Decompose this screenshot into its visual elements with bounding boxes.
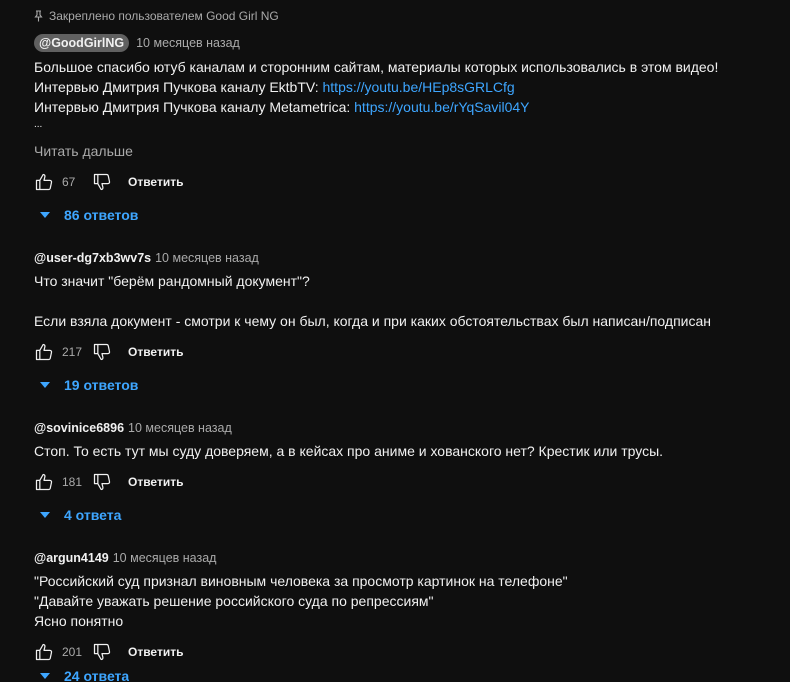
like-count: 217 [62, 345, 83, 359]
like-button[interactable] [32, 170, 56, 194]
comment-author[interactable]: @argun4149 [34, 551, 109, 565]
read-more-button[interactable]: Читать дальше [34, 143, 133, 159]
thumb-down-icon [93, 643, 111, 661]
comment-author[interactable]: @user-dg7xb3wv7s [34, 251, 151, 265]
comment-time[interactable]: 10 месяцев назад [128, 421, 232, 435]
reply-button[interactable]: Ответить [128, 475, 183, 489]
thumb-up-icon [35, 473, 53, 491]
thumb-down-icon [93, 473, 111, 491]
dislike-button[interactable] [90, 340, 114, 364]
comment-text-line: Интервью Дмитрия Пучкова каналу Metametr… [34, 99, 530, 115]
like-count: 181 [62, 475, 83, 489]
chevron-down-icon [40, 673, 50, 679]
replies-toggle[interactable]: 4 ответа [40, 507, 121, 523]
replies-count: 19 ответов [64, 377, 139, 393]
replies-toggle[interactable]: 19 ответов [40, 377, 138, 393]
comment-author[interactable]: @sovinice6896 [34, 421, 124, 435]
pin-icon [34, 10, 43, 22]
dislike-button[interactable] [90, 170, 114, 194]
replies-count: 4 ответа [64, 507, 122, 523]
comment-time[interactable]: 10 месяцев назад [136, 36, 240, 50]
reply-button[interactable]: Ответить [128, 345, 183, 359]
chevron-down-icon [40, 212, 50, 218]
comment-header: @sovinice6896 10 месяцев назад [34, 421, 232, 435]
comment-text-line: Ясно понятно [34, 613, 124, 629]
pinned-label: Закреплено пользователем Good Girl NG [34, 9, 279, 23]
like-button[interactable] [32, 470, 56, 494]
thumb-down-icon [93, 343, 111, 361]
replies-count: 86 ответов [64, 207, 139, 223]
comment-text-line: "Российский суд признал виновным человек… [34, 573, 568, 589]
comment-text-line: Что значит "берём рандомный документ"? [34, 273, 310, 289]
comment-text-line: Интервью Дмитрия Пучкова каналу EktbTV: … [34, 79, 515, 95]
replies-toggle[interactable]: 24 ответа [40, 670, 129, 682]
comment-text-line: Если взяла документ - смотри к чему он б… [34, 313, 711, 329]
comment-header: @user-dg7xb3wv7s 10 месяцев назад [34, 251, 259, 265]
video-link[interactable]: https://youtu.be/HEp8sGRLCfg [323, 79, 515, 95]
like-button[interactable] [32, 640, 56, 664]
comment-actions: 181 Ответить [32, 470, 183, 494]
dislike-button[interactable] [90, 470, 114, 494]
thumb-up-icon [35, 643, 53, 661]
comment-header: @GoodGirlNG 10 месяцев назад [34, 34, 240, 52]
comment-actions: 201 Ответить [32, 640, 183, 664]
comment-actions: 67 Ответить [32, 170, 183, 194]
author-chip[interactable]: @GoodGirlNG [34, 34, 130, 52]
line-prefix: Интервью Дмитрия Пучкова каналу EktbTV: [34, 79, 323, 95]
thumb-up-icon [35, 343, 53, 361]
dislike-button[interactable] [90, 640, 114, 664]
comment-time[interactable]: 10 месяцев назад [155, 251, 259, 265]
pinned-text: Закреплено пользователем Good Girl NG [49, 9, 279, 23]
replies-count: 24 ответа [64, 670, 130, 682]
video-link[interactable]: https://youtu.be/rYqSavil04Y [354, 99, 529, 115]
chevron-down-icon [40, 382, 50, 388]
replies-toggle[interactable]: 86 ответов [40, 207, 138, 223]
thumb-down-icon [93, 173, 111, 191]
comment-actions: 217 Ответить [32, 340, 183, 364]
thumb-up-icon [35, 173, 53, 191]
reply-button[interactable]: Ответить [128, 645, 183, 659]
comment-header: @argun4149 10 месяцев назад [34, 551, 216, 565]
reply-button[interactable]: Ответить [128, 175, 183, 189]
line-prefix: Интервью Дмитрия Пучкова каналу Metametr… [34, 99, 355, 115]
like-count: 201 [62, 645, 83, 659]
chevron-down-icon [40, 512, 50, 518]
like-count: 67 [62, 175, 76, 189]
comment-text-line: Стоп. То есть тут мы суду доверяем, а в … [34, 443, 664, 459]
comment-ellipsis: ... [34, 119, 43, 130]
comment-text-line: "Давайте уважать решение российского суд… [34, 593, 434, 609]
like-button[interactable] [32, 340, 56, 364]
comment-time[interactable]: 10 месяцев назад [113, 551, 217, 565]
comment-text-line: Большое спасибо ютуб каналам и сторонним… [34, 59, 719, 75]
